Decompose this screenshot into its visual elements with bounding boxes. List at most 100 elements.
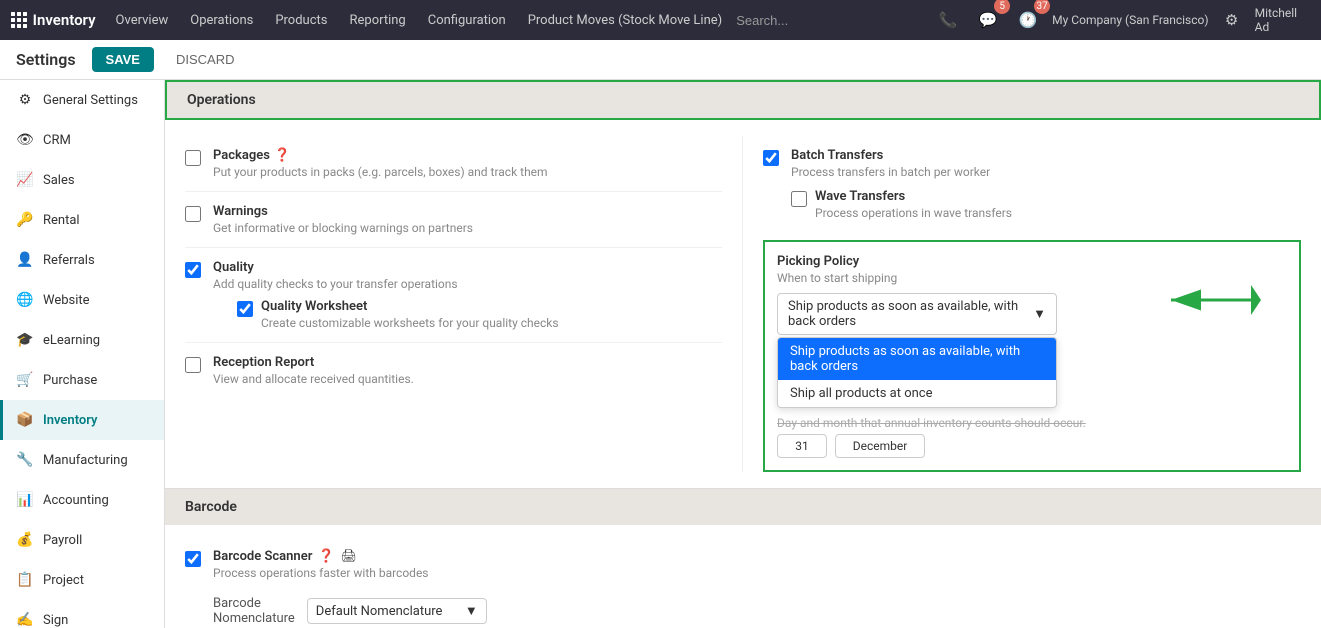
batch-row: Batch Transfers Process transfers in bat…: [763, 148, 1301, 220]
quality-label: Quality: [213, 260, 254, 275]
dropdown-arrow-icon: ▼: [1033, 306, 1046, 322]
quality-setting: Quality Add quality checks to your trans…: [185, 248, 722, 343]
nomenclature-label: BarcodeNomenclature: [213, 596, 295, 626]
annual-month[interactable]: December: [835, 434, 925, 458]
quality-checkbox[interactable]: [185, 262, 201, 278]
operations-section-body: Packages ❓ Put your products in packs (e…: [165, 120, 1321, 488]
barcode-scanner-checkbox[interactable]: [185, 551, 201, 567]
sidebar-item-elearning[interactable]: 🎓 eLearning: [0, 320, 164, 360]
nav-products[interactable]: Products: [265, 9, 337, 32]
navbar-menu: Overview Operations Products Reporting C…: [106, 9, 733, 32]
referrals-icon: 👤: [15, 250, 35, 270]
sidebar-label: General Settings: [43, 93, 138, 108]
warnings-setting: Warnings Get informative or blocking war…: [185, 192, 722, 248]
barcode-body: Barcode Scanner ❓ 🖨 Process operations f…: [165, 525, 1321, 628]
phone-icon[interactable]: 📞: [932, 4, 964, 36]
batch-transfers-label: Batch Transfers: [791, 148, 883, 163]
picking-option-1[interactable]: Ship products as soon as available, with…: [778, 338, 1056, 380]
gear-icon: ⚙: [15, 90, 35, 110]
annual-inventory-row: Day and month that annual inventory coun…: [777, 416, 1287, 430]
quality-worksheet-checkbox[interactable]: [237, 301, 253, 317]
discard-button[interactable]: DISCARD: [162, 47, 249, 72]
settings-icon[interactable]: ⚙: [1217, 4, 1247, 36]
user-label: Mitchell Ad: [1255, 6, 1311, 34]
quality-content: Quality Add quality checks to your trans…: [213, 260, 722, 330]
packages-setting: Packages ❓ Put your products in packs (e…: [185, 136, 722, 192]
sidebar-item-project[interactable]: 📋 Project: [0, 560, 164, 600]
main-content: Operations Packages ❓: [165, 80, 1321, 628]
warnings-checkbox[interactable]: [185, 206, 201, 222]
batch-transfers-checkbox[interactable]: [763, 150, 779, 166]
wave-transfers-label: Wave Transfers: [815, 189, 905, 204]
reception-report-checkbox[interactable]: [185, 357, 201, 373]
navbar-right: 📞 💬 5 🕐 37 My Company (San Francisco) ⚙ …: [736, 4, 1311, 36]
sidebar-item-crm[interactable]: 👁 CRM: [0, 120, 164, 160]
barcode-printer-icon[interactable]: 🖨: [341, 549, 358, 564]
nomenclature-dropdown-icon: ▼: [465, 603, 478, 619]
nomenclature-value: Default Nomenclature: [316, 604, 443, 619]
sidebar-item-sign[interactable]: ✍ Sign: [0, 600, 164, 628]
search-input[interactable]: [736, 13, 924, 28]
sidebar-label: Purchase: [43, 373, 97, 388]
navbar: Inventory Overview Operations Products R…: [0, 0, 1321, 40]
barcode-scanner-content: Barcode Scanner ❓ 🖨 Process operations f…: [213, 549, 429, 580]
sidebar-item-referrals[interactable]: 👤 Referrals: [0, 240, 164, 280]
sidebar-label: Sales: [43, 173, 75, 188]
annual-day[interactable]: 31: [777, 434, 827, 458]
batch-transfers-section: Batch Transfers Process transfers in bat…: [763, 136, 1301, 232]
sidebar-item-rental[interactable]: 🔑 Rental: [0, 200, 164, 240]
picking-policy-title: Picking Policy: [777, 254, 1287, 269]
sidebar-item-accounting[interactable]: 📊 Accounting: [0, 480, 164, 520]
barcode-title: Barcode: [185, 499, 237, 515]
sidebar-label: Referrals: [43, 253, 95, 268]
nomenclature-select[interactable]: Default Nomenclature ▼: [307, 598, 487, 624]
packages-help-icon: ❓: [274, 148, 290, 163]
nomenclature-row: BarcodeNomenclature Default Nomenclature…: [213, 588, 1301, 628]
sidebar-item-website[interactable]: 🌐 Website: [0, 280, 164, 320]
packages-checkbox[interactable]: [185, 150, 201, 166]
sign-icon: ✍: [15, 610, 35, 628]
sales-icon: 📈: [15, 170, 35, 190]
sidebar-label: Project: [43, 573, 84, 588]
inventory-icon: 📦: [15, 410, 35, 430]
picking-policy-options: Ship products as soon as available, with…: [777, 337, 1057, 408]
picking-policy-dropdown[interactable]: Ship products as soon as available, with…: [777, 293, 1057, 335]
barcode-scanner-label: Barcode Scanner: [213, 549, 312, 564]
nav-configuration[interactable]: Configuration: [418, 9, 516, 32]
nav-overview[interactable]: Overview: [106, 9, 179, 32]
col-left: Packages ❓ Put your products in packs (e…: [185, 136, 743, 472]
apps-grid-icon[interactable]: [10, 6, 29, 34]
sidebar-item-purchase[interactable]: 🛒 Purchase: [0, 360, 164, 400]
operations-section-header: Operations: [165, 80, 1321, 120]
save-button[interactable]: SAVE: [92, 47, 154, 72]
nav-reporting[interactable]: Reporting: [340, 9, 416, 32]
website-icon: 🌐: [15, 290, 35, 310]
sidebar-label: Sign: [43, 613, 68, 628]
operations-section-title: Operations: [187, 92, 256, 108]
reception-report-desc: View and allocate received quantities.: [213, 372, 722, 386]
sidebar-label: Website: [43, 293, 90, 308]
quality-worksheet-content: Quality Worksheet Create customizable wo…: [261, 299, 559, 330]
sidebar-item-payroll[interactable]: 💰 Payroll: [0, 520, 164, 560]
warnings-content: Warnings Get informative or blocking war…: [213, 204, 722, 235]
nav-operations[interactable]: Operations: [180, 9, 263, 32]
crm-icon: 👁: [15, 130, 35, 150]
sidebar-item-general-settings[interactable]: ⚙ General Settings: [0, 80, 164, 120]
picking-policy-selected: Ship products as soon as available, with…: [788, 299, 1033, 329]
nav-product-moves[interactable]: Product Moves (Stock Move Line): [518, 9, 732, 32]
sidebar-label: Rental: [43, 213, 80, 228]
company-label: My Company (San Francisco): [1052, 13, 1208, 27]
sidebar-item-manufacturing[interactable]: 🔧 Manufacturing: [0, 440, 164, 480]
warnings-label: Warnings: [213, 204, 268, 219]
page-title: Settings: [16, 50, 76, 69]
purchase-icon: 🛒: [15, 370, 35, 390]
picking-option-2[interactable]: Ship all products at once: [778, 380, 1056, 407]
barcode-help-icon: ❓: [318, 549, 334, 564]
sidebar-label: Accounting: [43, 493, 109, 508]
sidebar: ⚙ General Settings 👁 CRM 📈 Sales 🔑 Renta…: [0, 80, 165, 628]
reception-report-content: Reception Report View and allocate recei…: [213, 355, 722, 386]
wave-transfers-checkbox[interactable]: [791, 191, 807, 207]
sidebar-item-inventory[interactable]: 📦 Inventory: [0, 400, 164, 440]
sidebar-item-sales[interactable]: 📈 Sales: [0, 160, 164, 200]
annual-date-row: 31 December: [777, 434, 1287, 458]
